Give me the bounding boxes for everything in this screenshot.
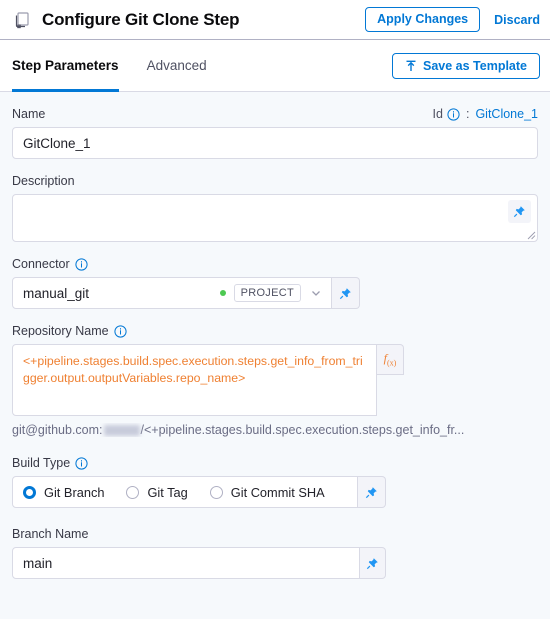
step-id-row: Id : GitClone_1 <box>433 107 538 121</box>
field-repository-name: Repository Name <+pipeline.stages.build.… <box>0 323 550 437</box>
tab-list: Step Parameters Advanced <box>0 40 221 92</box>
tab-bar: Step Parameters Advanced Save as Templat… <box>0 40 550 92</box>
branch-name-input[interactable] <box>12 547 360 579</box>
repository-name-label-row: Repository Name <box>12 323 538 339</box>
radio-indicator <box>209 485 223 499</box>
radio-git-branch-label: Git Branch <box>44 484 105 500</box>
build-type-label: Build Type <box>12 456 71 470</box>
id-separator: : <box>465 107 470 121</box>
description-pin-button[interactable] <box>508 200 531 223</box>
radio-git-commit-sha[interactable]: Git Commit SHA <box>209 484 325 500</box>
radio-indicator <box>126 485 140 499</box>
connector-row: manual_git PROJECT <box>12 277 538 309</box>
connector-label-row: Connector <box>12 256 538 272</box>
description-label-row: Description <box>12 173 538 189</box>
header-actions: Apply Changes Discard <box>365 6 540 33</box>
apply-changes-button[interactable]: Apply Changes <box>365 6 481 33</box>
build-type-label-row: Build Type <box>12 455 538 471</box>
field-connector: Connector manual_git PROJECT <box>0 256 550 309</box>
save-as-template-label: Save as Template <box>423 58 527 73</box>
redacted-org-name <box>103 424 140 436</box>
dialog-header: Configure Git Clone Step Apply Changes D… <box>0 0 550 40</box>
build-type-radio-group: Git Branch Git Tag Git Commit SHA <box>12 476 358 508</box>
template-upload-icon <box>405 60 417 72</box>
radio-git-tag[interactable]: Git Tag <box>126 484 188 500</box>
pin-icon <box>365 486 378 499</box>
radio-git-tag-label: Git Tag <box>147 484 188 500</box>
field-branch-name: Branch Name <box>0 526 550 579</box>
radio-indicator <box>23 485 36 499</box>
radio-git-branch[interactable]: Git Branch <box>23 485 104 500</box>
name-input[interactable] <box>12 127 538 159</box>
fx-icon: f(x) <box>383 351 397 368</box>
pin-icon <box>366 557 379 570</box>
description-wrap <box>12 194 538 242</box>
chevron-down-icon[interactable] <box>301 287 331 299</box>
field-name: Name Id : GitClone_1 <box>0 106 550 159</box>
connector-pin-button[interactable] <box>332 277 360 309</box>
save-as-template-button[interactable]: Save as Template <box>392 52 540 79</box>
field-description: Description <box>0 173 550 242</box>
description-textarea[interactable] <box>12 194 538 242</box>
description-label: Description <box>12 174 75 188</box>
tab-advanced[interactable]: Advanced <box>133 40 221 91</box>
info-icon[interactable] <box>75 456 88 470</box>
page-title: Configure Git Clone Step <box>42 9 240 29</box>
connector-select[interactable]: manual_git PROJECT <box>12 277 332 309</box>
repository-name-expression-input[interactable]: <+pipeline.stages.build.spec.execution.s… <box>12 344 377 416</box>
tab-step-parameters[interactable]: Step Parameters <box>12 40 133 92</box>
radio-git-commit-sha-label: Git Commit SHA <box>230 484 325 500</box>
connector-scope-tag: PROJECT <box>233 284 301 302</box>
info-icon[interactable] <box>113 324 127 338</box>
fx-expression-button[interactable]: f(x) <box>377 344 404 375</box>
build-type-pin-button[interactable] <box>358 476 386 508</box>
repository-name-row: <+pipeline.stages.build.spec.execution.s… <box>12 344 404 416</box>
pin-icon <box>339 287 352 300</box>
discard-button[interactable]: Discard <box>494 13 540 27</box>
tab-step-parameters-label: Step Parameters <box>12 58 119 73</box>
repository-name-label: Repository Name <box>12 324 109 338</box>
info-icon[interactable] <box>447 107 460 121</box>
tab-bar-actions: Save as Template <box>392 40 540 91</box>
repository-url-suffix: /<+pipeline.stages.build.spec.execution.… <box>140 423 465 437</box>
clone-step-icon <box>12 10 32 30</box>
branch-name-pin-button[interactable] <box>360 547 386 579</box>
repository-url-preview: git@github.com: /<+pipeline.stages.build… <box>12 423 538 437</box>
branch-name-row <box>12 547 386 579</box>
tab-advanced-label: Advanced <box>146 58 207 73</box>
pin-icon <box>513 205 526 218</box>
step-parameters-form: Name Id : GitClone_1 Description <box>0 92 550 618</box>
connector-status-dot <box>219 290 226 296</box>
field-build-type: Build Type Git Branch Git Tag Git Commit… <box>0 455 550 508</box>
branch-name-label-row: Branch Name <box>12 526 538 542</box>
repository-url-prefix: git@github.com: <box>12 423 103 437</box>
info-icon[interactable] <box>75 257 88 271</box>
name-label-row: Name Id : GitClone_1 <box>12 106 538 122</box>
build-type-row: Git Branch Git Tag Git Commit SHA <box>12 476 386 508</box>
step-id-value[interactable]: GitClone_1 <box>475 107 538 121</box>
connector-label: Connector <box>12 257 70 271</box>
connector-value: manual_git <box>23 285 90 301</box>
name-label: Name <box>12 107 46 121</box>
id-label: Id <box>432 107 443 121</box>
branch-name-label: Branch Name <box>12 527 89 541</box>
